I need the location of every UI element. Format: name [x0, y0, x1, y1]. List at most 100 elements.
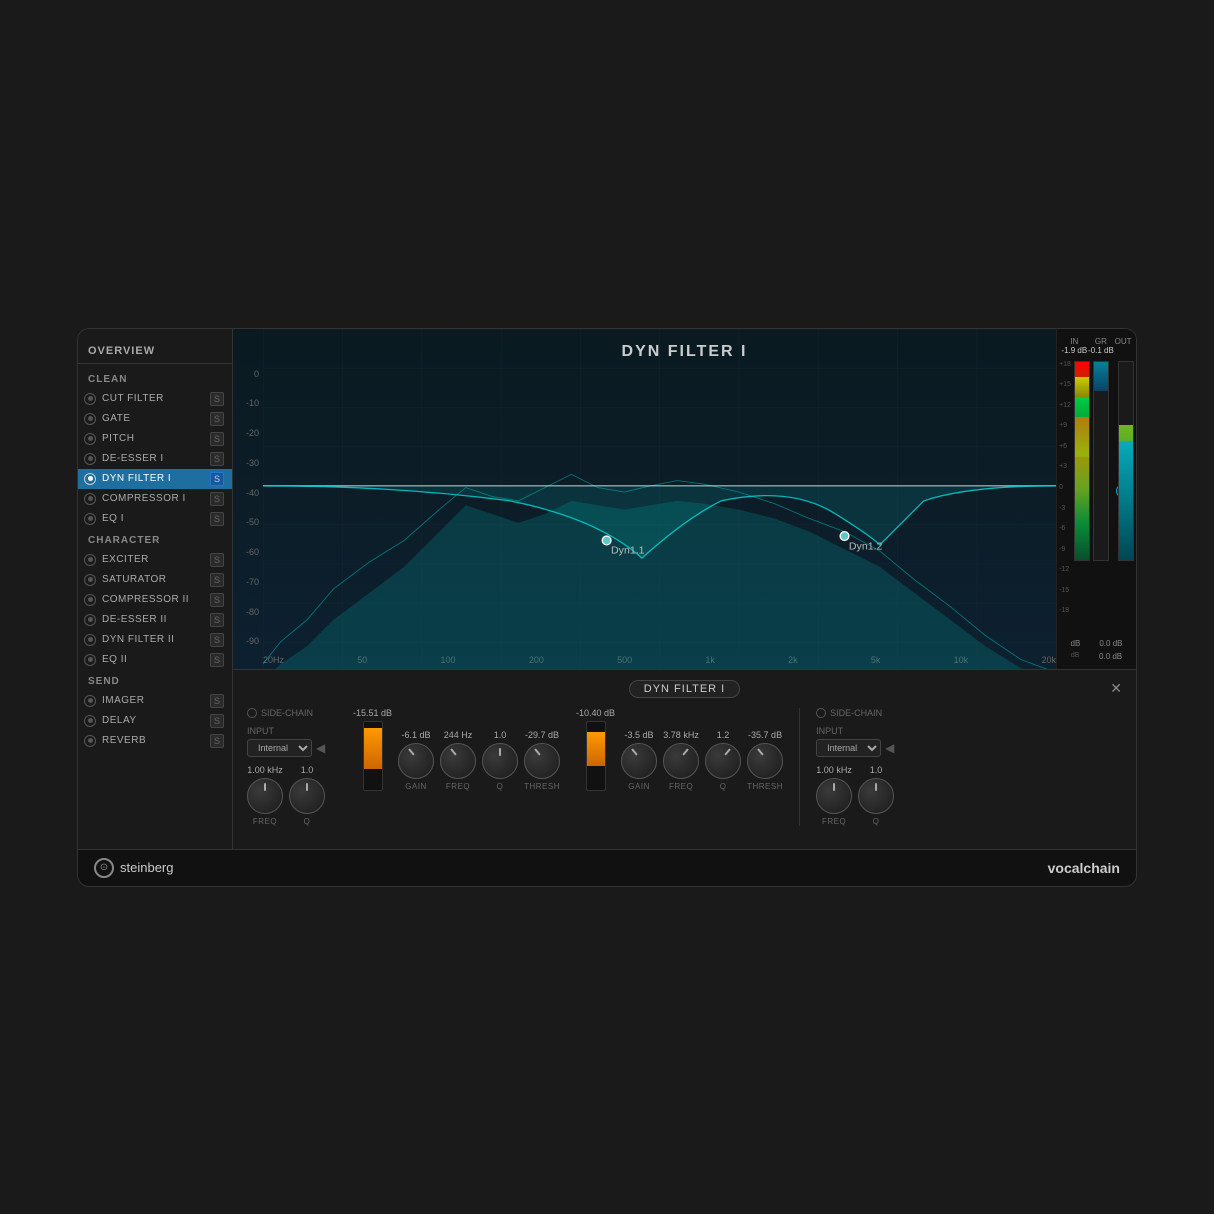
input-select-right[interactable]: Internal	[816, 739, 881, 757]
fader2-group: -10.40 dB	[576, 708, 615, 791]
fader1-value: -15.51 dB	[353, 708, 392, 718]
overview-label[interactable]: OVERVIEW	[78, 337, 232, 364]
product-light: chain	[1083, 860, 1120, 876]
sidebar-item-reverb[interactable]: REVERBS	[78, 731, 232, 751]
sidebar-item-eq-i[interactable]: EQ IS	[78, 509, 232, 529]
sidebar-item-label: COMPRESSOR II	[102, 594, 208, 605]
solo-button[interactable]: S	[210, 412, 224, 426]
item-dot	[84, 433, 96, 445]
thresh2-label: THRESH	[747, 782, 783, 791]
freq-value-left: 1.00 kHz	[247, 765, 283, 775]
gain1-label: GAIN	[405, 782, 427, 791]
sidebar-item-de-esser-ii[interactable]: DE-ESSER IIS	[78, 610, 232, 630]
right-section: SIDE-CHAIN INPUT Internal ◀	[816, 708, 906, 826]
gain1-knob[interactable]	[398, 743, 434, 779]
solo-button[interactable]: S	[210, 452, 224, 466]
item-dot	[84, 594, 96, 606]
sidebar-item-cut-filter[interactable]: CUT FILTERS	[78, 389, 232, 409]
thresh1-knob[interactable]	[524, 743, 560, 779]
thresh-knob2-group: -35.7 dB THRESH	[747, 730, 783, 791]
sidebar-section-send: SEND	[78, 670, 232, 691]
right-arrow-left: ◀	[885, 741, 894, 755]
left-section: SIDE-CHAIN INPUT Internal ◀	[247, 708, 337, 826]
solo-button[interactable]: S	[210, 653, 224, 667]
gain2-knob[interactable]	[621, 743, 657, 779]
freq1-knob[interactable]	[440, 743, 476, 779]
sidebar-item-label: REVERB	[102, 735, 208, 746]
sidebar-section-clean: CLEAN	[78, 368, 232, 389]
sidebar-item-label: COMPRESSOR I	[102, 493, 208, 504]
solo-button[interactable]: S	[210, 734, 224, 748]
sidebar-item-label: GATE	[102, 413, 208, 424]
solo-button[interactable]: S	[210, 432, 224, 446]
gain-knob1-group: -6.1 dB GAIN	[398, 730, 434, 791]
sidebar-item-compressor-i[interactable]: COMPRESSOR IS	[78, 489, 232, 509]
sidebar-item-exciter[interactable]: EXCITERS	[78, 550, 232, 570]
db-scale-right-label: dB	[1071, 652, 1080, 661]
item-dot	[84, 634, 96, 646]
bottom-panel: DYN FILTER I ✕ SIDE-CHAIN INPUT	[233, 669, 1136, 849]
solo-button[interactable]: S	[210, 714, 224, 728]
sidebar-item-label: EQ I	[102, 513, 208, 524]
sidebar-item-saturator[interactable]: SATURATORS	[78, 570, 232, 590]
gr-label: GR	[1088, 337, 1114, 346]
q-knob-group-left: 1.0 Q	[289, 765, 325, 826]
item-dot	[84, 453, 96, 465]
fader1-group: -15.51 dB	[353, 708, 392, 791]
freq-label-right: FREQ	[822, 817, 846, 826]
sidebar-item-eq-ii[interactable]: EQ IIS	[78, 650, 232, 670]
sidebar-item-dyn-filter-ii[interactable]: DYN FILTER IIS	[78, 630, 232, 650]
db-label: -50	[233, 517, 263, 527]
freq-knob-right[interactable]	[816, 778, 852, 814]
sidebar-item-dyn-filter-i[interactable]: DYN FILTER IS	[78, 469, 232, 489]
db-label: -30	[233, 458, 263, 468]
solo-button[interactable]: S	[210, 472, 224, 486]
freq-knob2-group: 3.78 kHz FREQ	[663, 730, 699, 791]
q2-knob[interactable]	[705, 743, 741, 779]
q-label-right: Q	[873, 817, 880, 826]
freq-knob1-group: 244 Hz FREQ	[440, 730, 476, 791]
divider	[799, 708, 800, 826]
solo-button[interactable]: S	[210, 392, 224, 406]
gain1-value: -6.1 dB	[402, 730, 431, 740]
solo-button[interactable]: S	[210, 633, 224, 647]
close-button[interactable]: ✕	[1110, 680, 1122, 697]
fader2-track[interactable]	[586, 721, 606, 791]
solo-button[interactable]: S	[210, 492, 224, 506]
sidebar-item-label: IMAGER	[102, 695, 208, 706]
sidebar-item-de-esser-i[interactable]: DE-ESSER IS	[78, 449, 232, 469]
solo-button[interactable]: S	[210, 512, 224, 526]
solo-button[interactable]: S	[210, 593, 224, 607]
steinberg-icon: ⊙	[94, 858, 114, 878]
item-dot	[84, 473, 96, 485]
sidebar-item-pitch[interactable]: PITCHS	[78, 429, 232, 449]
sidebar-item-imager[interactable]: IMAGERS	[78, 691, 232, 711]
sidebar-item-label: EXCITER	[102, 554, 208, 565]
gain2-label: GAIN	[628, 782, 650, 791]
freq2-knob[interactable]	[663, 743, 699, 779]
fader1-track[interactable]	[363, 721, 383, 791]
bottom-controls: SIDE-CHAIN INPUT Internal ◀	[247, 708, 1122, 826]
sidebar-item-delay[interactable]: DELAYS	[78, 711, 232, 731]
bottom-panel-title: DYN FILTER I	[629, 680, 740, 698]
sidebar-item-compressor-ii[interactable]: COMPRESSOR IIS	[78, 590, 232, 610]
db-label: -70	[233, 577, 263, 587]
thresh2-knob[interactable]	[747, 743, 783, 779]
solo-button[interactable]: S	[210, 553, 224, 567]
solo-button[interactable]: S	[210, 613, 224, 627]
freq-knob-left[interactable]	[247, 778, 283, 814]
q-knob-right[interactable]	[858, 778, 894, 814]
side-chain-label-left: SIDE-CHAIN	[261, 708, 313, 718]
item-dot	[84, 493, 96, 505]
q-knob-left[interactable]	[289, 778, 325, 814]
input-select-left[interactable]: Internal	[247, 739, 312, 757]
fader2-fill	[587, 732, 605, 766]
sidebar-item-label: PITCH	[102, 433, 208, 444]
q-label-left: Q	[304, 817, 311, 826]
db-label: -40	[233, 488, 263, 498]
thresh-knob1-group: -29.7 dB THRESH	[524, 730, 560, 791]
sidebar-item-gate[interactable]: GATES	[78, 409, 232, 429]
solo-button[interactable]: S	[210, 573, 224, 587]
q1-knob[interactable]	[482, 743, 518, 779]
solo-button[interactable]: S	[210, 694, 224, 708]
